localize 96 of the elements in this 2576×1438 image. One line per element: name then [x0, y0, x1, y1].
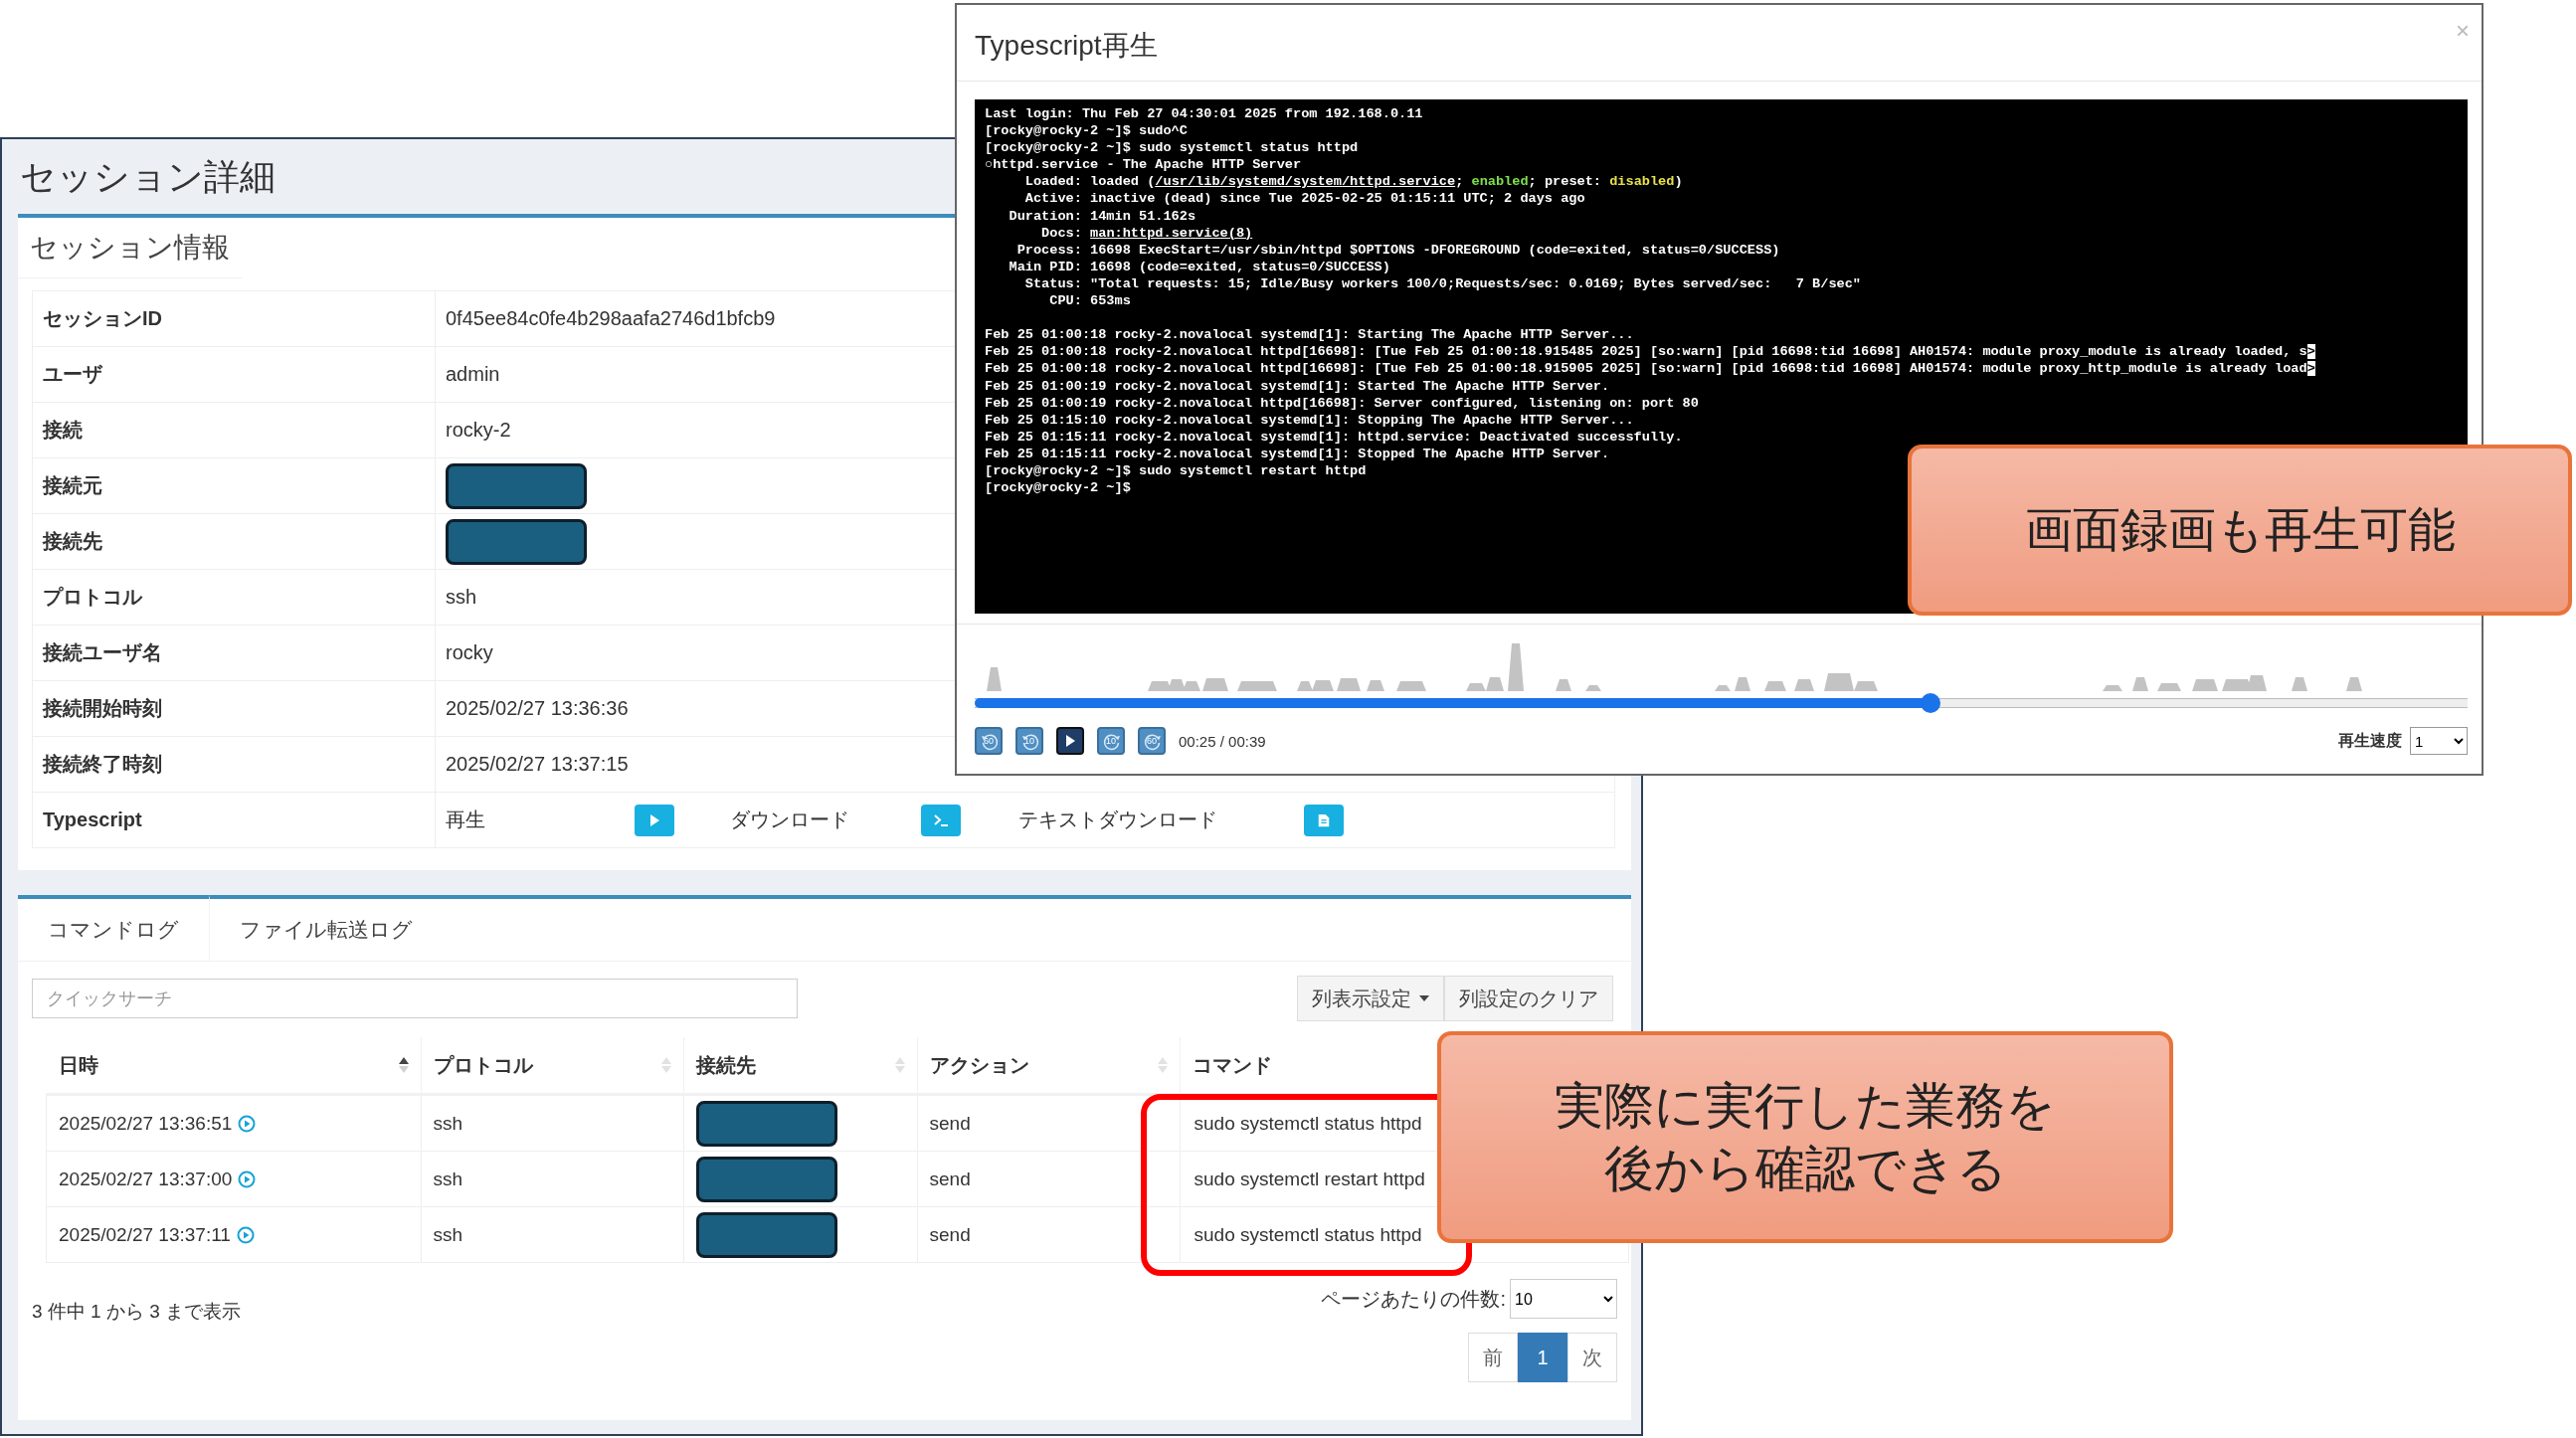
play-circle-icon[interactable]: [236, 1225, 255, 1244]
forward-icon: [1102, 732, 1122, 752]
column-header: アクション: [929, 1052, 1029, 1078]
terminal-line: Last login: Thu Feb 27 04:30:01 2025 from 192.168.0.11: [985, 105, 1423, 123]
field-label: Typescript: [43, 809, 142, 831]
table-cell: sudo systemctl status httpd: [1194, 1112, 1422, 1134]
field-label: 接続ユーザ名: [43, 640, 162, 665]
terminal-line: Status: "Total requests: 15; Idle/Busy workers 100/0;Requests/sec: 0.0169; Bytes served/sec: 7 B/sec": [1023, 274, 1862, 293]
action-label: ダウンロード: [730, 808, 850, 832]
column-header: 日時: [58, 1052, 98, 1078]
download-button[interactable]: [921, 804, 961, 836]
column-settings-button[interactable]: 列表示設定: [1297, 976, 1444, 1021]
action-label: テキストダウンロード: [1018, 808, 1218, 832]
field-value: 0f45ee84c0fe4b298aafa2746d1bfcb9: [446, 307, 776, 330]
forward-button[interactable]: 60: [1138, 727, 1166, 755]
rewind-button[interactable]: 60: [975, 727, 1003, 755]
page-button[interactable]: 前: [1468, 1333, 1518, 1382]
field-value: admin: [446, 363, 500, 386]
play-circle-icon[interactable]: [238, 1169, 257, 1188]
column-header: プロトコル: [433, 1052, 533, 1078]
play-button[interactable]: [1056, 727, 1084, 755]
terminal-line: [rocky@rocky-2 ~]$ sudo systemctl status httpd: [985, 139, 1359, 157]
play-circle-icon[interactable]: [238, 1114, 257, 1133]
page-size-label: ページあたりの件数:: [1321, 1286, 1506, 1312]
terminal-line: Feb 25 01:00:19 rocky-2.novalocal systemd[1]: Started The Apache HTTP Server.: [985, 377, 1610, 395]
field-label: 接続元: [43, 473, 102, 498]
field-value: ssh: [446, 586, 477, 609]
table-cell: 2025/02/27 13:37:11: [59, 1223, 231, 1246]
field-label: 接続先: [43, 529, 102, 554]
rewind-button[interactable]: 10: [1015, 727, 1043, 755]
terminal-line: Active: inactive (dead) since Tue 2025-02-25 01:15:11 UTC; 2 days ago: [1023, 190, 1585, 208]
table-cell: ssh: [433, 1168, 463, 1189]
terminal-line: [rocky@rocky-2 ~]$: [985, 479, 1131, 497]
field-label: セッションID: [43, 306, 162, 331]
terminal-line: Process: 16698 ExecStart=/usr/sbin/httpd $OPTIONS -DFOREGROUND (code=exited, status=0/SUCCESS): [1015, 241, 1780, 259]
progress-thumb[interactable]: [1920, 693, 1940, 713]
speed-label: 再生速度: [2338, 730, 2402, 751]
table-cell: sudo systemctl restart httpd: [1194, 1168, 1425, 1189]
clear-settings-button[interactable]: 列設定のクリア: [1444, 976, 1613, 1021]
callout: 実際に実行した業務を 後から確認できる: [1437, 1031, 2173, 1243]
callout: 画面録画も再生可能: [1908, 445, 2572, 616]
action-label: 再生: [446, 808, 486, 832]
table-cell: 2025/02/27 13:37:00: [59, 1168, 233, 1190]
terminal-line: Feb 25 01:15:10 rocky-2.novalocal systemd[1]: Stopping The Apache HTTP Server...: [985, 411, 1634, 429]
playback-time: 00:25 / 00:39: [1179, 732, 1266, 750]
search-field[interactable]: クイックサーチ: [32, 979, 798, 1018]
forward-button[interactable]: 10: [1097, 727, 1125, 755]
field-label: 接続開始時刻: [43, 696, 162, 721]
terminal-line: Feb 25 01:00:18 rocky-2.novalocal httpd[16698]: [Tue Feb 25 01:00:18.915485 2025] [so:warn] [pid 16698:tid 16698] AH01574: module proxy_module is already loaded, s>: [985, 343, 2315, 361]
table-cell: ssh: [433, 1223, 463, 1245]
table-cell: sudo systemctl status httpd: [1194, 1223, 1422, 1245]
page-title: セッション詳細: [19, 155, 276, 199]
rewind-icon: [980, 732, 1000, 752]
table-cell: 2025/02/27 13:36:51: [59, 1112, 233, 1135]
table-cell: ssh: [433, 1112, 463, 1134]
field-label: プロトコル: [43, 585, 142, 610]
forward-icon: [1143, 732, 1163, 752]
field-value: rocky-2: [446, 419, 511, 442]
field-value: rocky: [446, 641, 493, 664]
field-value: 2025/02/27 13:36:36: [446, 697, 629, 720]
page-size-select[interactable]: 10: [1510, 1279, 1617, 1319]
terminal-line: Feb 25 01:00:18 rocky-2.novalocal httpd[16698]: [Tue Feb 25 01:00:18.915905 2025] [so:warn] [pid 16698:tid 16698] AH01574: module proxy_http_module is already load>: [985, 360, 2315, 378]
terminal-line: Duration: 14min 51.162s: [1008, 207, 1196, 225]
terminal-line: Feb 25 01:00:19 rocky-2.novalocal httpd[16698]: Server configured, listening on: port 80: [985, 394, 1699, 412]
terminal-line: [rocky@rocky-2 ~]$ sudo^C: [985, 122, 1188, 140]
summary-text: 3 件中 1 から 3 まで表示: [32, 1300, 242, 1324]
field-label: 接続終了時刻: [43, 752, 162, 777]
document-icon: [1317, 811, 1331, 828]
tab[interactable]: ファイル転送ログ: [210, 895, 443, 961]
table-cell: send: [929, 1223, 971, 1245]
terminal-line: Feb 25 01:00:18 rocky-2.novalocal systemd[1]: Starting The Apache HTTP Server...: [985, 326, 1634, 344]
page-button[interactable]: 1: [1518, 1333, 1567, 1382]
terminal-line: Main PID: 16698 (code=exited, status=0/SUCCESS): [1008, 258, 1390, 275]
speed-select[interactable]: 1: [2410, 727, 2468, 755]
field-value: 2025/02/27 13:37:15: [446, 753, 629, 776]
text-download-button[interactable]: [1304, 804, 1344, 836]
terminal-line: CPU: 653ms: [1048, 292, 1131, 310]
terminal-line: Loaded: loaded (/usr/lib/systemd/system/httpd.service; enabled; preset: disabled): [1023, 173, 1683, 191]
terminal-icon: [932, 811, 950, 828]
sort-icon[interactable]: [398, 1057, 409, 1073]
terminal-line: Feb 25 01:15:11 rocky-2.novalocal systemd[1]: httpd.service: Deactivated successfully.: [985, 428, 1683, 446]
column-header: コマンド: [1192, 1052, 1272, 1078]
field-label: 接続: [43, 418, 83, 443]
field-label: ユーザ: [43, 362, 102, 387]
modal-title: Typescript再生: [975, 29, 1158, 63]
terminal-line: Feb 25 01:15:11 rocky-2.novalocal systemd[1]: Stopped The Apache HTTP Server.: [985, 445, 1610, 462]
page-button[interactable]: 次: [1567, 1333, 1617, 1382]
terminal-line: ○httpd.service - The Apache HTTP Server: [985, 156, 1302, 174]
terminal-line: [rocky@rocky-2 ~]$ sudo systemctl restart httpd: [985, 461, 1367, 480]
table-cell: send: [929, 1168, 971, 1189]
play-icon: [1063, 734, 1077, 748]
table-cell: send: [929, 1112, 971, 1134]
card-title: セッション情報: [18, 218, 242, 278]
column-header: 接続先: [695, 1052, 756, 1078]
terminal-line: Docs: man:httpd.service(8): [1040, 224, 1253, 242]
rewind-icon: [1020, 732, 1040, 752]
